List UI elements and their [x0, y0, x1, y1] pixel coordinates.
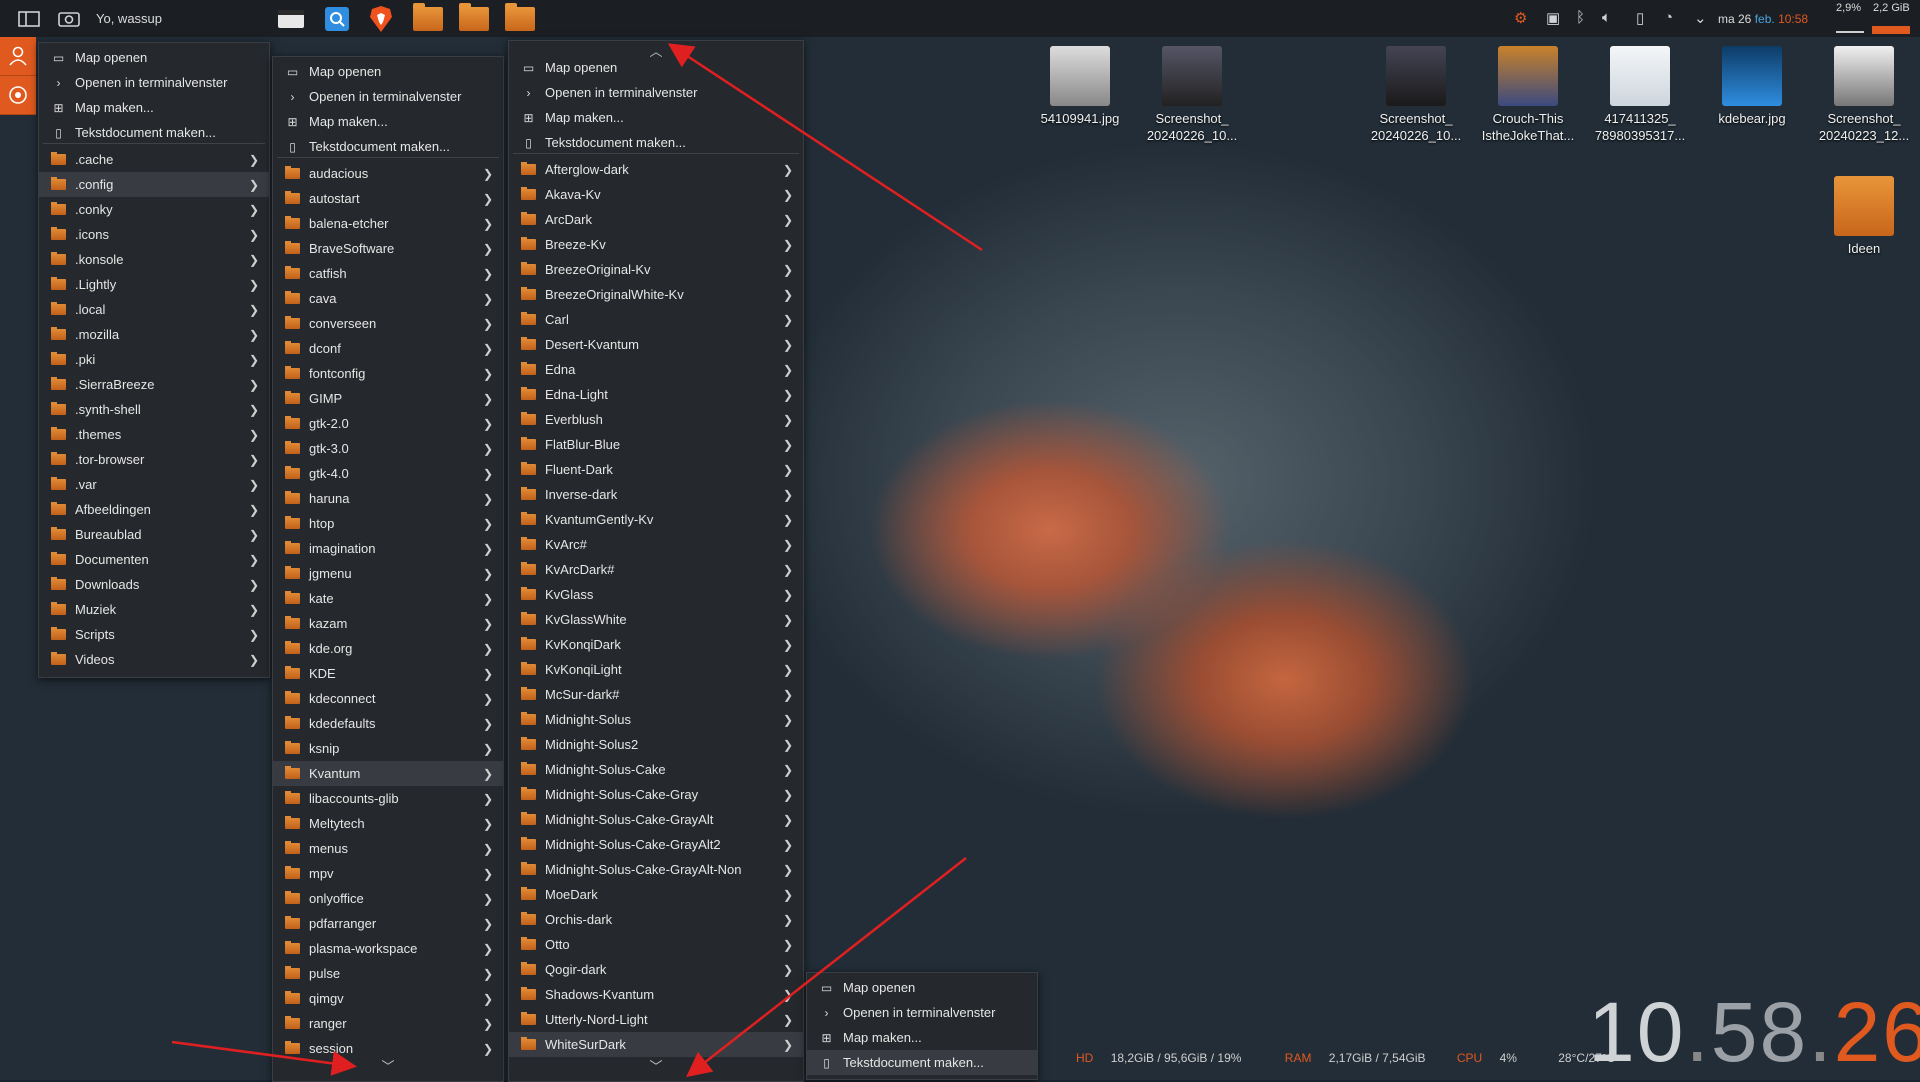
annotation-arrow: [686, 857, 967, 1078]
annotation-arrows: [171, 43, 983, 1078]
annotation-arrow: [171, 1040, 357, 1076]
annotation-arrow: [667, 43, 983, 252]
